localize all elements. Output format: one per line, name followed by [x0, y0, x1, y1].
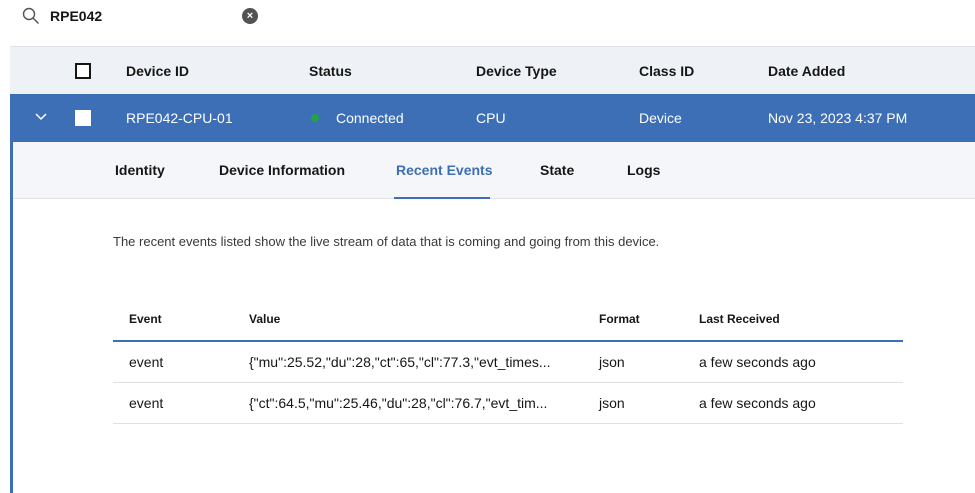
search-icon [22, 7, 39, 24]
event-row[interactable]: event {"ct":64.5,"mu":25.46,"du":28,"cl"… [113, 383, 903, 424]
event-last-received-cell: a few seconds ago [699, 354, 816, 370]
column-device-id[interactable]: Device ID [126, 63, 189, 79]
search-input[interactable]: RPE042 [50, 8, 102, 24]
table-header: Device ID Status Device Type Class ID Da… [10, 46, 975, 94]
tab-recent-events[interactable]: Recent Events [396, 162, 492, 178]
column-status[interactable]: Status [309, 63, 352, 79]
status-cell: Connected [336, 110, 404, 126]
event-format-cell: json [599, 395, 625, 411]
event-row[interactable]: event {"mu":25.52,"du":28,"ct":65,"cl":7… [113, 342, 903, 383]
row-checkbox[interactable] [75, 110, 91, 126]
event-format-cell: json [599, 354, 625, 370]
event-name-cell: event [129, 354, 164, 370]
status-connected-icon [311, 114, 319, 122]
select-all-checkbox[interactable] [75, 63, 91, 79]
column-event: Event [129, 312, 162, 326]
table-row[interactable]: RPE042-CPU-01 Connected CPU Device Nov 2… [10, 94, 975, 142]
chevron-down-icon[interactable] [34, 110, 48, 124]
device-id-cell: RPE042-CPU-01 [126, 110, 233, 126]
column-device-type[interactable]: Device Type [476, 63, 557, 79]
tab-identity[interactable]: Identity [115, 162, 165, 178]
column-value: Value [249, 312, 281, 326]
device-detail-panel: Identity Device Information Recent Event… [10, 142, 975, 493]
recent-events-description: The recent events listed show the live s… [113, 234, 660, 249]
active-tab-indicator [394, 197, 490, 199]
column-class-id[interactable]: Class ID [639, 63, 694, 79]
device-type-cell: CPU [476, 110, 506, 126]
search-bar[interactable]: RPE042 × [0, 0, 975, 32]
date-added-cell: Nov 23, 2023 4:37 PM [768, 110, 908, 126]
event-name-cell: event [129, 395, 164, 411]
class-id-cell: Device [639, 110, 682, 126]
column-last-received: Last Received [699, 312, 780, 326]
column-date-added[interactable]: Date Added [768, 63, 845, 79]
tab-state[interactable]: State [540, 162, 574, 178]
events-table: Event Value Format Last Received event {… [113, 302, 903, 424]
detail-tabs: Identity Device Information Recent Event… [13, 142, 975, 199]
events-table-header: Event Value Format Last Received [113, 302, 903, 342]
clear-search-icon[interactable]: × [242, 8, 258, 24]
event-last-received-cell: a few seconds ago [699, 395, 816, 411]
event-value-cell: {"ct":64.5,"mu":25.46,"du":28,"cl":76.7,… [249, 395, 548, 411]
column-format: Format [599, 312, 640, 326]
tab-device-information[interactable]: Device Information [219, 162, 345, 178]
event-value-cell: {"mu":25.52,"du":28,"ct":65,"cl":77.3,"e… [249, 354, 551, 370]
tab-logs[interactable]: Logs [627, 162, 660, 178]
